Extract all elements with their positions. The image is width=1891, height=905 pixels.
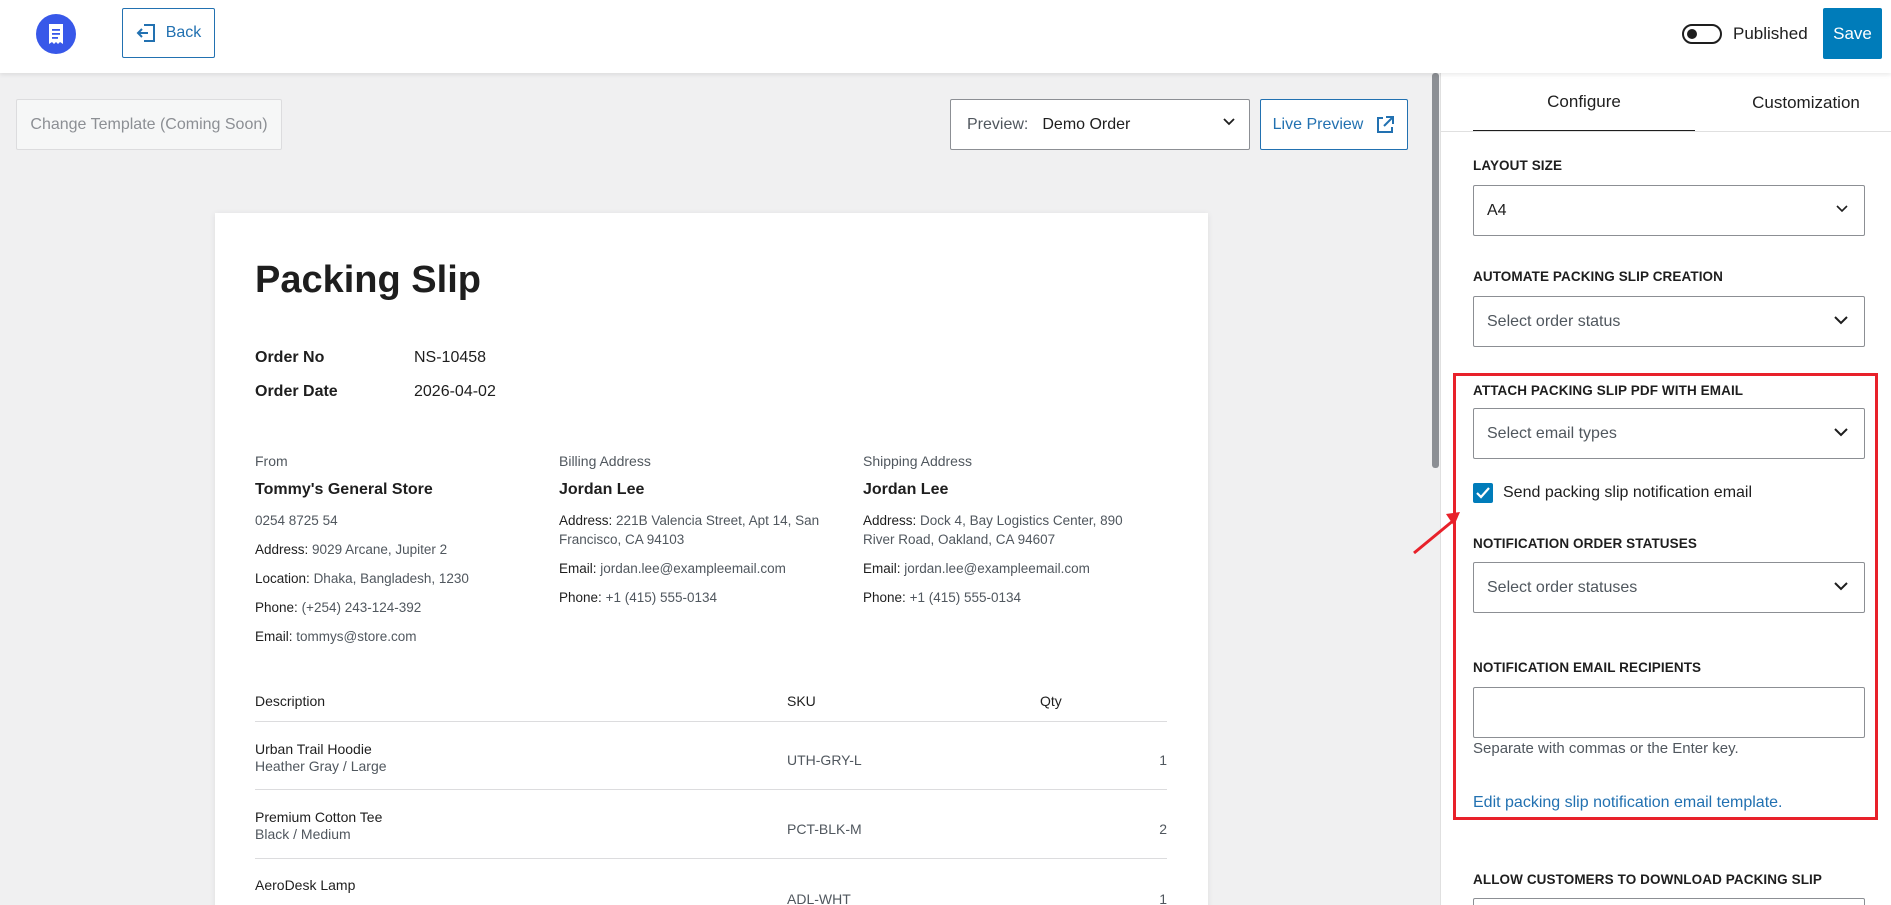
chevron-down-icon xyxy=(1223,118,1235,126)
published-label: Published xyxy=(1733,24,1808,43)
notify-checkbox[interactable] xyxy=(1473,483,1493,503)
packing-slip-document: Packing Slip Order No NS-10458 Order Dat… xyxy=(215,213,1208,905)
item-name: Urban Trail Hoodie xyxy=(255,741,372,757)
recipients-help: Separate with commas or the Enter key. xyxy=(1473,740,1739,757)
recipients-input[interactable] xyxy=(1473,687,1865,738)
shipping-name: Jordan Lee xyxy=(863,481,949,498)
chevron-down-icon xyxy=(1836,205,1848,213)
table-header-description: Description xyxy=(255,693,326,709)
preview-order-select[interactable]: Preview: Demo Order xyxy=(950,99,1250,150)
from-column: From Tommy's General Store 0254 8725 54 … xyxy=(255,453,525,656)
item-variant: Heather Gray / Large xyxy=(255,758,387,774)
editor-canvas: Change Template (Coming Soon) Preview: D… xyxy=(0,73,1430,905)
order-date-value: 2026-04-02 xyxy=(414,383,496,400)
from-heading: From xyxy=(255,453,288,469)
item-qty: 1 xyxy=(1159,752,1167,768)
billing-email: Email: jordan.lee@exampleemail.com xyxy=(559,561,786,576)
billing-heading: Billing Address xyxy=(559,453,651,469)
live-preview-label: Live Preview xyxy=(1272,115,1364,133)
notify-checkbox-label: Send packing slip notification email xyxy=(1503,484,1753,501)
email-types-select[interactable]: Select email types xyxy=(1473,408,1865,459)
from-address: Address: 9029 Arcane, Jupiter 2 xyxy=(255,542,448,557)
from-location: Location: Dhaka, Bangladesh, 1230 xyxy=(255,571,469,586)
tabs-divider xyxy=(1441,131,1891,132)
row-divider xyxy=(255,721,1167,722)
shipping-email: Email: jordan.lee@exampleemail.com xyxy=(863,561,1090,576)
automate-label: Automate Packing Slip Creation xyxy=(1473,269,1724,284)
automate-placeholder: Select order status xyxy=(1487,312,1621,330)
from-email: Email: tommys@store.com xyxy=(255,629,417,644)
table-header-sku: SKU xyxy=(787,693,816,709)
app-logo-icon[interactable] xyxy=(36,14,76,54)
shipping-address: Address: Dock 4, Bay Logistics Center, 8… xyxy=(863,513,1123,547)
item-qty: 2 xyxy=(1159,821,1167,837)
tab-configure[interactable]: Configure xyxy=(1473,73,1695,132)
item-sku: ADL-WHT xyxy=(787,891,851,905)
row-divider xyxy=(255,858,1167,859)
layout-size-label: Layout Size xyxy=(1473,158,1563,173)
billing-address: Address: 221B Valencia Street, Apt 14, S… xyxy=(559,513,820,547)
canvas-scrollbar-thumb[interactable] xyxy=(1432,73,1439,468)
preview-label: Preview: xyxy=(967,115,1029,133)
shipping-phone: Phone: +1 (415) 555-0134 xyxy=(863,590,1022,605)
chevron-down-icon xyxy=(1834,582,1848,591)
edit-template-link[interactable]: Edit packing slip notification email tem… xyxy=(1473,794,1783,812)
chevron-down-icon xyxy=(1834,428,1848,437)
live-preview-button[interactable]: Live Preview xyxy=(1260,99,1408,150)
allow-download-label: Allow Customers to Download Packing Slip xyxy=(1473,872,1822,887)
toggle-knob xyxy=(1687,29,1697,39)
notification-statuses-label: Notification Order Statuses xyxy=(1473,536,1697,551)
item-qty: 1 xyxy=(1159,891,1167,905)
notification-statuses-placeholder: Select order statuses xyxy=(1487,578,1638,596)
top-bar: Back Published Save xyxy=(0,0,1891,73)
layout-size-select[interactable]: A4 xyxy=(1473,185,1865,236)
table-header-qty: Qty xyxy=(1040,693,1062,709)
order-no-value: NS-10458 xyxy=(414,349,487,366)
item-name: Premium Cotton Tee xyxy=(255,809,383,825)
item-name: AeroDesk Lamp xyxy=(255,877,356,893)
external-link-icon xyxy=(1377,115,1395,133)
from-phone-top: 0254 8725 54 xyxy=(255,513,338,528)
layout-size-value: A4 xyxy=(1487,201,1507,219)
attach-pdf-label: Attach Packing Slip PDF with Email xyxy=(1473,383,1744,398)
notification-statuses-select[interactable]: Select order statuses xyxy=(1473,562,1865,613)
allow-download-select[interactable] xyxy=(1473,898,1865,905)
row-divider xyxy=(255,789,1167,790)
back-label: Back xyxy=(165,24,202,41)
settings-sidebar: Configure Customization Layout Size A4 A… xyxy=(1440,73,1891,905)
chevron-down-icon xyxy=(1834,316,1848,325)
shipping-heading: Shipping Address xyxy=(863,453,972,469)
from-phone: Phone: (+254) 243-124-392 xyxy=(255,600,422,615)
order-no-label: Order No xyxy=(255,349,325,366)
automate-status-select[interactable]: Select order status xyxy=(1473,296,1865,347)
from-name: Tommy's General Store xyxy=(255,481,433,498)
save-button[interactable]: Save xyxy=(1823,8,1882,59)
back-button[interactable]: Back xyxy=(122,8,215,58)
tab-customization[interactable]: Customization xyxy=(1695,73,1891,132)
published-toggle[interactable] xyxy=(1682,24,1722,44)
billing-phone: Phone: +1 (415) 555-0134 xyxy=(559,590,718,605)
item-sku: PCT-BLK-M xyxy=(787,821,862,837)
billing-name: Jordan Lee xyxy=(559,481,645,498)
order-date-label: Order Date xyxy=(255,383,338,400)
shipping-column: Shipping Address Jordan Lee Address: Doc… xyxy=(863,453,1133,617)
check-icon xyxy=(1476,487,1490,499)
annotation-arrow-icon xyxy=(1413,512,1460,555)
change-template-button[interactable]: Change Template (Coming Soon) xyxy=(16,99,282,150)
email-types-placeholder: Select email types xyxy=(1487,424,1617,442)
back-arrow-icon xyxy=(136,24,155,42)
item-sku: UTH-GRY-L xyxy=(787,752,862,768)
document-title: Packing Slip xyxy=(255,259,481,301)
item-variant: Black / Medium xyxy=(255,826,351,842)
recipients-label: Notification Email Recipients xyxy=(1473,660,1702,675)
preview-value: Demo Order xyxy=(1042,115,1131,133)
billing-column: Billing Address Jordan Lee Address: 221B… xyxy=(559,453,829,617)
